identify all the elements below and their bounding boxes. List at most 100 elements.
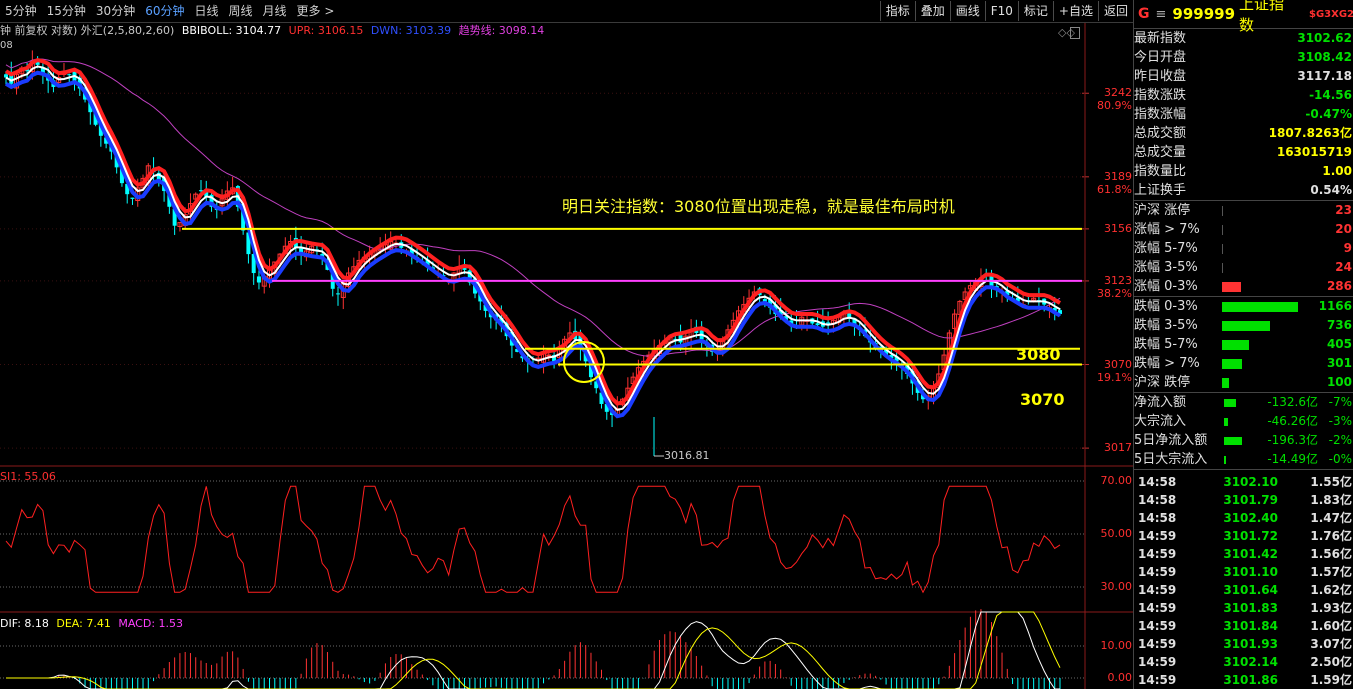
tick-list[interactable]: 14:58 3102.10 1.55亿 14:58 3101.79 1.83亿 14:58 3… — [1134, 470, 1353, 689]
tick-time: 14:59 — [1138, 601, 1177, 615]
tick-amount: 1.47亿 — [1310, 511, 1352, 525]
tick-price: 3101.86 — [1223, 673, 1278, 687]
tool-button[interactable]: 叠加 — [914, 1, 950, 21]
period-tab[interactable]: 60分钟 — [140, 0, 189, 22]
quote-label: 昨日收盘 — [1134, 69, 1187, 84]
flow-pct: -2% — [1328, 433, 1352, 447]
g-icon[interactable]: G — [1138, 6, 1150, 22]
rsi-line — [5, 485, 1061, 594]
quote-value: 1.00 — [1322, 164, 1352, 178]
tick-time: 14:59 — [1138, 547, 1177, 561]
tick-row: 14:59 3101.64 1.62亿 — [1134, 581, 1353, 599]
tick-price: 3101.10 — [1223, 565, 1278, 579]
distribution-label: 涨幅 3-5% — [1134, 260, 1198, 275]
tool-button[interactable]: +自选 — [1052, 1, 1098, 21]
distribution-bar-track — [1222, 358, 1302, 369]
distribution-bar — [1222, 262, 1223, 273]
tick-row: 14:59 3101.42 1.56亿 — [1134, 545, 1353, 563]
macd-value: MACD: 1.53 — [118, 617, 184, 630]
period-tab[interactable]: 5分钟 — [0, 0, 42, 22]
upr-line — [4, 58, 1062, 406]
quote-row: 指数量比 1.00 — [1134, 162, 1353, 181]
flow-amount: -196.3亿 — [1267, 433, 1318, 447]
period-tab[interactable]: 15分钟 — [42, 0, 91, 22]
quote-label: 总成交额 — [1134, 126, 1187, 141]
period-tab[interactable]: 30分钟 — [91, 0, 140, 22]
distribution-row: 涨幅 > 7% 20 — [1134, 220, 1353, 239]
quote-value: 3102.62 — [1297, 31, 1352, 45]
distribution-row: 涨幅 0-3% 286 — [1134, 277, 1353, 296]
period-tab[interactable]: 月线 — [258, 0, 292, 22]
tool-button[interactable]: 指标 — [879, 1, 915, 21]
legend-prefix: 钟 前复权 对数) 外汇(2,5,80,2,60) — [0, 24, 175, 37]
panel-toggle-icon[interactable] — [1070, 27, 1080, 39]
period-tab[interactable]: 周线 — [224, 0, 258, 22]
distribution-value: 736 — [1326, 318, 1352, 332]
tick-price: 3101.93 — [1223, 637, 1278, 651]
macd-legend: DIF: 8.18 DEA: 7.41 MACD: 1.53 — [0, 617, 183, 630]
tick-row: 14:58 3102.40 1.47亿 — [1134, 509, 1353, 527]
tick-amount: 1.57亿 — [1310, 565, 1352, 579]
rise-distribution: 沪深 涨停 23 涨幅 > 7% 20 涨幅 5-7% 9 涨幅 3-5% 24 涨幅 0-3%… — [1134, 201, 1353, 297]
pct-label: 61.8% — [1097, 182, 1132, 196]
macd-dif: DIF: 8.18 — [0, 617, 49, 630]
tool-button[interactable]: 画线 — [949, 1, 985, 21]
annotation-note: 明日关注指数：3080位置出现走稳，就是最佳布局时机 — [562, 197, 955, 216]
legend-bbiboll: BBIBOLL: 3104.77 — [181, 24, 282, 37]
distribution-bar-track — [1222, 281, 1302, 292]
quote-label: 指数涨幅 — [1134, 107, 1187, 122]
tool-button[interactable]: F10 — [984, 1, 1018, 21]
distribution-bar — [1222, 320, 1270, 331]
legend-dwn: DWN: 3103.39 — [370, 24, 452, 37]
distribution-bar-track — [1222, 262, 1302, 273]
distribution-bar-track — [1222, 224, 1302, 235]
flow-bar-cell — [1224, 398, 1260, 407]
tick-price: 3101.64 — [1223, 583, 1278, 597]
candle-body — [256, 276, 261, 283]
distribution-label: 跌幅 0-3% — [1134, 299, 1198, 314]
distribution-value: 405 — [1326, 337, 1352, 351]
tick-row: 14:58 3101.79 1.83亿 — [1134, 491, 1353, 509]
fund-flows: 净流入额 -132.6亿 -7% 大宗流入 -46.26亿 -3% 5日净流入额 -196.3… — [1134, 393, 1353, 470]
flow-bar-cell — [1224, 455, 1260, 464]
distribution-value: 1166 — [1318, 299, 1352, 313]
quote-label: 总成交量 — [1134, 145, 1187, 160]
index-badge: $G3XG2 — [1309, 8, 1353, 20]
tick-amount: 3.07亿 — [1310, 637, 1352, 651]
quote-label: 今日开盘 — [1134, 50, 1187, 65]
tick-price: 3102.10 — [1223, 475, 1278, 489]
tick-amount: 1.60亿 — [1310, 619, 1352, 633]
period-tabs: 5分钟 15分钟 30分钟 60分钟 日线 周线 月线 更多 > — [0, 0, 339, 22]
macd-dea: DEA: 7.41 — [56, 617, 111, 630]
annotation-3080: 3080 — [1016, 345, 1061, 364]
main-legend: 钟 前复权 对数) 外汇(2,5,80,2,60) BBIBOLL: 3104.… — [0, 23, 548, 39]
price-label: 3123 — [1104, 273, 1132, 287]
quote-label: 指数量比 — [1134, 164, 1187, 179]
period-tab[interactable]: 日线 — [189, 0, 223, 22]
distribution-value: 286 — [1326, 279, 1352, 293]
flow-pct: -3% — [1328, 414, 1352, 428]
legend-corner: 08 — [0, 40, 13, 51]
tick-amount: 1.56亿 — [1310, 547, 1352, 561]
macd-axis-label: 10.00 — [1100, 639, 1133, 652]
distribution-label: 跌幅 5-7% — [1134, 337, 1198, 352]
chart-canvas[interactable] — [0, 0, 1133, 689]
price-label: 3242 — [1104, 86, 1132, 100]
menu-icon[interactable]: ≡ — [1156, 7, 1167, 22]
fall-distribution: 跌幅 0-3% 1166 跌幅 3-5% 736 跌幅 5-7% 405 跌幅 > 7% 30… — [1134, 297, 1353, 393]
tool-button[interactable]: 标记 — [1017, 1, 1053, 21]
candle-body — [67, 74, 72, 76]
quote-value: -14.56 — [1309, 88, 1352, 102]
tool-button[interactable]: 返回 — [1097, 1, 1133, 21]
tick-row: 14:59 3101.86 1.59亿 — [1134, 671, 1353, 689]
period-tab[interactable]: 更多 > — [292, 0, 340, 22]
flow-bar-cell — [1224, 436, 1260, 445]
quote-panel: G ≡ 999999 上证指数 $G3XG2 最新指数 3102.62 今日开盘 31… — [1133, 0, 1353, 689]
candle-body — [546, 354, 552, 357]
tick-amount: 1.76亿 — [1310, 529, 1352, 543]
distribution-bar — [1222, 377, 1229, 388]
distribution-value: 20 — [1335, 222, 1352, 236]
distribution-bar — [1222, 205, 1223, 216]
distribution-row: 跌幅 3-5% 736 — [1134, 316, 1353, 335]
distribution-bar-track — [1222, 377, 1302, 388]
